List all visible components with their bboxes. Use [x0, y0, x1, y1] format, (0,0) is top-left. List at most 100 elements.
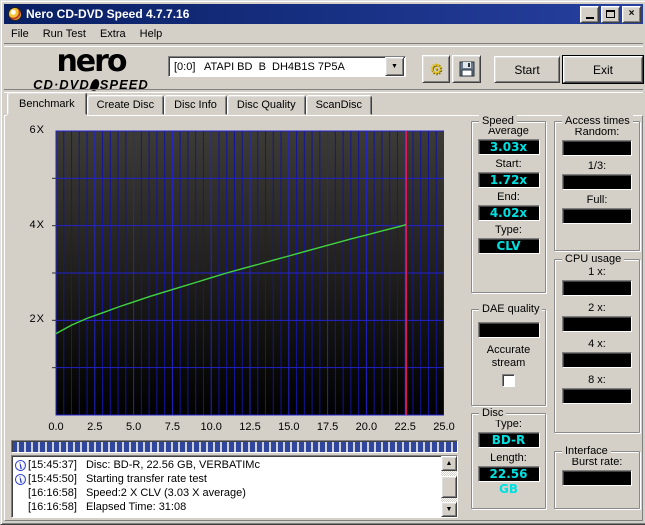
minimize-icon: [585, 16, 594, 19]
tab[interactable]: Create Disc: [86, 95, 165, 115]
info-icon: i: [13, 472, 28, 486]
x-tick-label: 15.0: [278, 421, 300, 433]
speed-field: Average 3.03x: [472, 125, 545, 155]
accurate-stream-checkbox[interactable]: [502, 374, 515, 387]
tab[interactable]: Disc Quality: [226, 95, 306, 115]
log-message: Speed:2 X CLV (3.03 X average): [85, 487, 246, 499]
menu-bar: File Run Test Extra Help: [4, 25, 643, 43]
x-tick-label: 7.5: [164, 421, 181, 433]
disc-group: Disc Type: BD-R Length: 22.56 GB: [471, 407, 546, 509]
accurate-stream-label: Accurate stream: [486, 344, 531, 369]
separator: [4, 89, 643, 93]
group-title: Speed: [479, 115, 517, 128]
value-display: CLV: [477, 238, 540, 254]
options-button[interactable]: ⚙: [422, 55, 450, 83]
y-tick-label: 6X: [29, 124, 45, 136]
interface-field: Burst rate:: [555, 456, 639, 486]
value-display: [477, 322, 540, 338]
menu-item[interactable]: Help: [133, 26, 170, 42]
log-timestamp: [16:16:58]: [28, 501, 77, 513]
speed-field: Type: CLV: [472, 224, 545, 254]
value-display: 3.03x: [477, 139, 540, 155]
x-tick-label: 10.0: [200, 421, 222, 433]
info-icon: i: [13, 458, 28, 472]
exit-button-ring: Exit: [562, 55, 644, 84]
x-axis-labels: 0.0 2.5 5.0 7.5 10.0 12.5 15.0 17.5 20.0 22.5 25.0: [48, 421, 454, 434]
exit-button[interactable]: Exit: [563, 56, 643, 83]
value-display: [562, 316, 632, 332]
log-entry: i [15:45:37] Disc: BD-R, 22.56 GB, VERBA…: [13, 458, 441, 472]
close-icon: ×: [628, 8, 635, 19]
x-tick-label: 20.0: [355, 421, 378, 433]
cpu-field: 1 x:: [555, 266, 639, 296]
log-entry: i [15:45:50] Starting transfer rate test: [13, 472, 441, 486]
progress-bar: [11, 440, 458, 453]
access-field: 1/3:: [555, 160, 639, 190]
maximize-button[interactable]: [601, 5, 620, 23]
cpu-usage-group: CPU usage 1 x: 2 x: 4 x: 8 x:: [554, 253, 640, 433]
log-entry: i [16:16:58] Speed:2 X CLV (3.03 X avera…: [15, 486, 441, 500]
drive-selector-value: [0:0] ATAPI BD B DH4B1S 7P5A: [174, 60, 345, 73]
disc-field: Length: 22.56 GB: [472, 452, 545, 496]
logo-text: nero: [56, 44, 127, 79]
x-tick-label: 17.5: [316, 421, 339, 433]
gear-icon: ⚙: [429, 61, 443, 78]
menu-item[interactable]: Extra: [93, 26, 133, 42]
group-title: CPU usage: [562, 253, 625, 266]
x-tick-label: 12.5: [239, 421, 261, 433]
value-display: [562, 280, 632, 296]
value-display: [562, 352, 632, 368]
value-display: BD-R: [477, 432, 540, 448]
tab[interactable]: Disc Info: [164, 95, 227, 115]
maximize-icon: [606, 10, 615, 18]
close-button[interactable]: ×: [622, 5, 641, 23]
access-field: Full:: [555, 194, 639, 224]
app-window: Nero CD-DVD Speed 4.7.7.16 × File Run Tes…: [0, 0, 645, 525]
minimize-button[interactable]: [580, 5, 599, 23]
value-display: [562, 140, 632, 156]
log-scrollbar[interactable]: ▲ ▼: [441, 456, 457, 517]
x-tick-label: 5.0: [125, 421, 142, 433]
x-tick-label: 22.5: [394, 421, 416, 433]
scrollbar-thumb[interactable]: [441, 475, 457, 498]
cpu-field: 4 x:: [555, 338, 639, 368]
value-display: [562, 174, 632, 190]
tab-bar: Benchmark Create Disc Disc Info Disc Qualit…: [7, 92, 373, 115]
access-times-group: Access times Random: 1/3: Full:: [554, 115, 640, 251]
speed-field: Start: 1.72x: [472, 158, 545, 188]
value-display: 4.02x: [477, 205, 540, 221]
title-bar: Nero CD-DVD Speed 4.7.7.16 ×: [4, 4, 643, 24]
scroll-down-icon[interactable]: ▼: [441, 502, 457, 517]
scroll-up-icon[interactable]: ▲: [441, 456, 457, 471]
app-icon: [8, 7, 22, 21]
save-button[interactable]: [452, 55, 481, 83]
x-tick-label: 2.5: [87, 421, 103, 433]
log-message: Disc: BD-R, 22.56 GB, VERBATIMc: [85, 459, 260, 471]
drive-selector[interactable]: [0:0] ATAPI BD B DH4B1S 7P5A ▼: [168, 56, 406, 77]
menu-item[interactable]: Run Test: [36, 26, 93, 42]
value-display: [562, 388, 632, 404]
tab[interactable]: ScanDisc: [305, 95, 373, 115]
tab[interactable]: Benchmark: [7, 92, 87, 115]
group-title: Disc: [479, 407, 507, 420]
log-message: Starting transfer rate test: [85, 473, 207, 485]
y-tick-label: 2X: [29, 313, 45, 326]
log-panel[interactable]: i [15:45:37] Disc: BD-R, 22.56 GB, VERBA…: [11, 455, 458, 518]
log-entry: i [16:16:58] Elapsed Time: 31:08: [15, 500, 441, 514]
value-display: 1.72x: [477, 172, 540, 188]
menu-item[interactable]: File: [4, 26, 36, 42]
interface-group: Interface Burst rate:: [554, 445, 640, 509]
window-title: Nero CD-DVD Speed 4.7.7.16: [26, 7, 190, 21]
x-tick-label: 0.0: [48, 421, 64, 433]
nero-logo: nero CD·DVD SPEED: [16, 44, 166, 92]
log-timestamp: [15:45:37]: [28, 459, 77, 471]
y-tick-label: 4X: [29, 218, 45, 231]
cpu-field: 2 x:: [555, 302, 639, 332]
chevron-down-icon[interactable]: ▼: [385, 57, 404, 76]
value-display: [562, 208, 632, 224]
start-button[interactable]: Start: [494, 56, 560, 83]
value-display: 22.56 GB: [477, 466, 540, 496]
floppy-icon: [459, 61, 474, 77]
disc-field: Type: BD-R: [472, 418, 545, 448]
group-title: Interface: [562, 445, 611, 458]
